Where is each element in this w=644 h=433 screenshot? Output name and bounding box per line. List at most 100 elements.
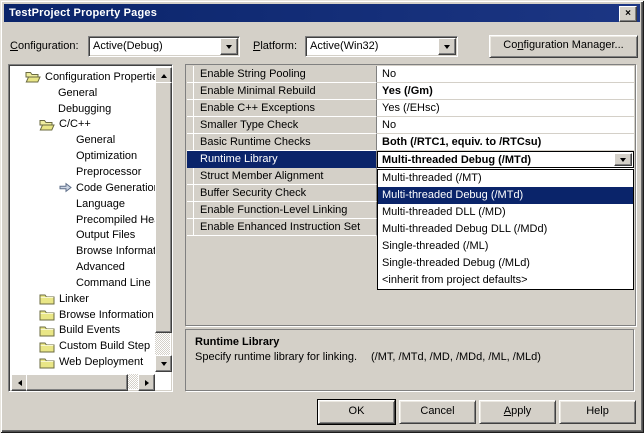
dropdown-option-selected[interactable]: Multi-threaded Debug (/MTd) [378,187,633,204]
tree-item-web-deployment[interactable]: Web Deployment [11,354,155,370]
configuration-label: Configuration: [10,40,79,52]
page-tree: Configuration Properties General Debuggi… [8,64,173,392]
tree-item-browse-information[interactable]: Browse Information [11,243,155,259]
property-row[interactable]: Enable Minimal Rebuild Yes (/Gm) [187,83,634,100]
description-body: Specify runtime library for linking.(/MT… [195,351,624,363]
tree-item-custom-build-step[interactable]: Custom Build Step [11,338,155,354]
property-row-runtime-library[interactable]: Runtime Library Multi-threaded Debug (/M… [187,151,634,168]
tree-item-label: Command Line [76,277,151,289]
dropdown-option[interactable]: Single-threaded (/ML) [378,238,633,255]
runtime-library-dropdown-button[interactable] [614,153,632,166]
platform-label: Platform: [253,40,297,52]
property-label[interactable]: Basic Runtime Checks [187,134,377,151]
tree-item-label: Linker [59,293,89,305]
property-value[interactable]: Yes (/EHsc) [377,100,634,117]
apply-button[interactable]: Apply [479,400,556,424]
property-label[interactable]: Runtime Library [187,151,377,168]
tree-item-label: Precompiled Headers [76,214,155,226]
dropdown-option[interactable]: <inherit from project defaults> [378,272,633,289]
dropdown-option[interactable]: Multi-threaded DLL (/MD) [378,204,633,221]
vertical-scroll-thumb[interactable] [155,82,172,333]
property-row[interactable]: Smaller Type Check No [187,117,634,134]
tree-item-label: Browse Information [76,245,155,257]
property-label[interactable]: Enable C++ Exceptions [187,100,377,117]
property-label[interactable]: Enable Enhanced Instruction Set [187,219,377,236]
description-panel: Runtime Library Specify runtime library … [185,329,634,391]
scroll-right-button[interactable] [138,374,155,391]
property-label[interactable]: Enable Function-Level Linking [187,202,377,219]
property-row[interactable]: Enable String Pooling No [187,66,634,83]
arrow-right-icon [145,380,149,386]
property-value[interactable]: No [377,66,634,83]
tree-item-command-line[interactable]: Command Line [11,275,155,291]
description-flags: (/MT, /MTd, /MD, /MDd, /ML, /MLd) [371,351,541,363]
arrow-left-icon [18,380,22,386]
property-label[interactable]: Enable Minimal Rebuild [187,83,377,100]
dropdown-arrow-icon [444,45,450,49]
tree-item-cpp-general[interactable]: General [11,132,155,148]
tree-item-general[interactable]: General [11,85,155,101]
dropdown-option[interactable]: Multi-threaded (/MT) [378,170,633,187]
closed-folder-icon [39,308,55,321]
property-value[interactable]: No [377,117,634,134]
arrow-up-icon [161,74,167,78]
property-row[interactable]: Basic Runtime Checks Both (/RTC1, equiv.… [187,134,634,151]
arrow-down-icon [161,362,167,366]
property-label[interactable]: Smaller Type Check [187,117,377,134]
ok-button[interactable]: OK [318,400,395,424]
scroll-down-button[interactable] [155,355,172,372]
tree-item-output-files[interactable]: Output Files [11,227,155,243]
close-button[interactable]: × [619,6,637,22]
closed-folder-icon [39,292,55,305]
tree-item-label: General [76,134,115,146]
configuration-dropdown-button[interactable] [220,38,238,55]
configuration-manager-button[interactable]: Configuration Manager... [489,35,638,58]
property-value[interactable]: Both (/RTC1, equiv. to /RTCsu) [377,134,634,151]
tree-item-code-generation[interactable]: Code Generation [11,180,155,196]
tree-item-c-cpp[interactable]: C/C++ [11,117,155,133]
tree-item-precompiled-headers[interactable]: Precompiled Headers [11,212,155,228]
cancel-button[interactable]: Cancel [399,400,476,424]
tree-item-language[interactable]: Language [11,196,155,212]
horizontal-scroll-thumb[interactable] [26,374,128,391]
help-button[interactable]: Help [559,400,636,424]
open-folder-icon [39,118,55,131]
tree-item-build-events[interactable]: Build Events [11,323,155,339]
closed-folder-icon [39,340,55,353]
tree-item-label: C/C++ [59,118,91,130]
tree-item-debugging[interactable]: Debugging [11,101,155,117]
closed-folder-icon [39,356,55,369]
tree-item-optimization[interactable]: Optimization [11,148,155,164]
tree-item-linker[interactable]: Linker [11,291,155,307]
property-label[interactable]: Struct Member Alignment [187,168,377,185]
tree-item-configuration-properties[interactable]: Configuration Properties [11,69,155,85]
runtime-library-value: Multi-threaded Debug (/MTd) [382,154,531,166]
tree-item-label: Code Generation [76,182,155,194]
tree-item-label: Browse Information [59,309,154,321]
platform-combobox[interactable]: Active(Win32) [305,36,458,57]
property-label[interactable]: Enable String Pooling [187,66,377,83]
tree-item-label: Language [76,198,125,210]
close-icon: × [625,9,631,19]
tree-item-browse-information-folder[interactable]: Browse Information [11,307,155,323]
tree-item-label: Web Deployment [59,356,143,368]
platform-dropdown-button[interactable] [438,38,456,55]
tree-item-preprocessor[interactable]: Preprocessor [11,164,155,180]
closed-folder-icon [39,324,55,337]
property-row[interactable]: Enable C++ Exceptions Yes (/EHsc) [187,100,634,117]
tree-vertical-scrollbar[interactable] [155,67,170,372]
selected-page-arrow-icon [59,182,72,193]
configuration-combobox[interactable]: Active(Debug) [88,36,240,57]
dropdown-option[interactable]: Multi-threaded Debug DLL (/MDd) [378,221,633,238]
dropdown-option[interactable]: Single-threaded Debug (/MLd) [378,255,633,272]
tree-item-advanced[interactable]: Advanced [11,259,155,275]
dropdown-arrow-icon [620,158,626,162]
runtime-library-combobox[interactable]: Multi-threaded Debug (/MTd) [377,151,634,168]
dropdown-arrow-icon [226,45,232,49]
tree-item-label: Debugging [58,103,111,115]
tree-item-label: Advanced [76,261,125,273]
property-value[interactable]: Yes (/Gm) [377,83,634,100]
property-label[interactable]: Buffer Security Check [187,185,377,202]
tree-horizontal-scrollbar[interactable] [11,374,155,389]
description-title: Runtime Library [195,336,624,348]
